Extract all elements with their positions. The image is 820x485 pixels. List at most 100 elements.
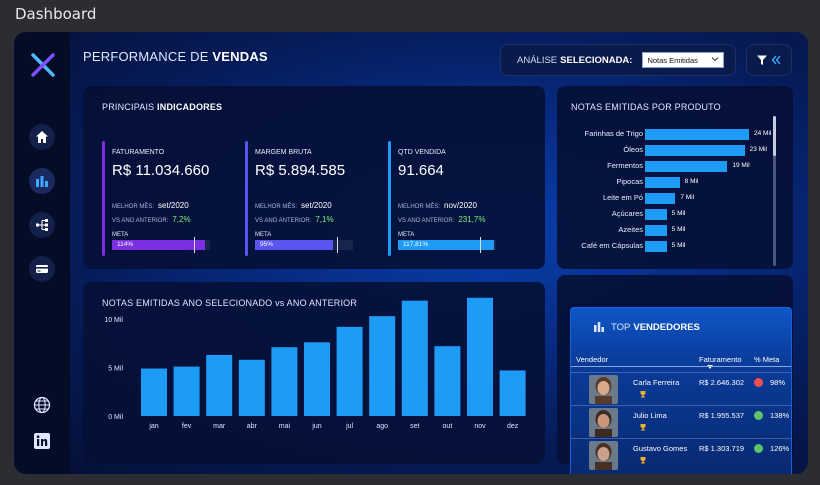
product-bar-value: 24 Mil: [754, 130, 772, 137]
kpi-value: 91.664: [398, 162, 444, 179]
col-vendedor[interactable]: Vendedor: [576, 355, 608, 364]
kpi-accent-bar: [245, 141, 248, 256]
product-bar-row[interactable]: Leite em Pó 7 Mil: [557, 193, 777, 205]
month-label: abr: [247, 423, 258, 430]
product-bar-value: 8 Mil: [684, 178, 699, 185]
indicators-title-bold: INDICADORES: [157, 102, 223, 112]
logo-icon: [31, 53, 55, 77]
kpi-prev-label: VS ANO ANTERIOR:: [255, 218, 312, 224]
kpi-meta-target-marker: [336, 237, 338, 253]
month-label: mar: [213, 423, 226, 430]
year-bar-chart: 0 Mil 5 Mil 10 Mil jan fev mar abr mai jun jul ago…: [104, 297, 526, 430]
sidebar-item-home[interactable]: [29, 124, 55, 150]
seller-row[interactable]: Julio Lima R$ 1.955.537 138%: [571, 405, 791, 437]
product-bar-row[interactable]: Farinhas de Trigo 24 Mil: [557, 129, 777, 141]
kpi-meta-target-marker: [479, 237, 481, 253]
y-tick-label: 5 Mil: [108, 366, 123, 373]
month-bar[interactable]: [369, 316, 396, 416]
kpi-value: R$ 11.034.660: [112, 162, 210, 179]
linkedin-icon[interactable]: [33, 432, 51, 450]
product-bar-value: 19 Mil: [732, 162, 750, 169]
month-label: mai: [279, 423, 291, 430]
year-chart-panel: NOTAS EMITIDAS ANO SELECIONADO vs ANO AN…: [83, 282, 545, 464]
month-bar[interactable]: [434, 346, 461, 416]
product-bar-label: Farinhas de Trigo: [584, 129, 643, 138]
kpi-meta-percent: 95%: [260, 241, 274, 248]
month-label: nov: [474, 423, 486, 430]
analysis-dropdown-value: Notas Emitidas: [647, 55, 698, 65]
status-dot: [754, 378, 763, 387]
kpi-vs-previous: VS ANO ANTERIOR: 7,2%: [112, 215, 191, 224]
product-scrollbar-thumb[interactable]: [773, 116, 776, 156]
avatar: [589, 441, 618, 470]
y-tick-label: 10 Mil: [104, 317, 123, 324]
product-bar-row[interactable]: Açúcares 5 Mil: [557, 209, 777, 221]
product-bar: [645, 177, 680, 188]
product-bar-label: Café em Cápsulas: [581, 241, 643, 250]
indicators-panel: PRINCIPAIS INDICADORES FATURAMENTO R$ 11.…: [83, 86, 545, 269]
home-icon: [36, 131, 48, 143]
sidebar-item-payments[interactable]: [29, 256, 55, 282]
filter-button[interactable]: [746, 44, 792, 76]
page-title-bold: VENDAS: [212, 49, 268, 64]
kpi-meta-percent: 117,81%: [403, 241, 429, 248]
month-bar[interactable]: [467, 297, 493, 416]
month-bar[interactable]: [304, 342, 330, 416]
analysis-selector: ANÁLISE SELECIONADA: Notas Emitidas: [500, 44, 736, 76]
seller-revenue: R$ 2.646.302: [699, 378, 745, 387]
top-sellers-header: TOP VENDEDORES: [571, 308, 791, 346]
col-meta[interactable]: % Meta: [754, 355, 779, 364]
kpi-best-label: MELHOR MÊS:: [398, 204, 441, 210]
trophy-icon: [640, 391, 646, 398]
col-faturamento[interactable]: Faturamento: [699, 355, 742, 364]
product-bar: [645, 225, 667, 236]
kpi-prev-label: VS ANO ANTERIOR:: [398, 218, 455, 224]
seller-row[interactable]: Carla Ferreira R$ 2.646.302 98%: [571, 372, 791, 404]
month-bar[interactable]: [401, 300, 428, 416]
product-bar-label: Óleos: [623, 145, 643, 154]
kpi-best-month: MELHOR MÊS: set/2020: [255, 201, 332, 210]
avatar: [589, 375, 618, 404]
month-bar[interactable]: [238, 359, 265, 416]
product-bar: [645, 161, 728, 172]
product-bar-label: Fermentos: [607, 161, 643, 170]
analysis-dropdown[interactable]: Notas Emitidas: [642, 52, 725, 68]
product-bar-row[interactable]: Pipocas 8 Mil: [557, 177, 777, 189]
top-sellers-title-prefix: TOP: [611, 321, 631, 333]
month-label: fev: [182, 423, 192, 430]
kpi-label: MARGEM BRUTA: [255, 149, 312, 156]
month-bar[interactable]: [336, 326, 363, 416]
product-bar-row[interactable]: Óleos 23 Mil: [557, 145, 777, 157]
sidebar-item-hierarchy[interactable]: [29, 212, 55, 238]
analysis-label-bold: SELECIONADA:: [560, 54, 633, 66]
product-bar-row[interactable]: Fermentos 19 Mil: [557, 161, 777, 173]
month-bar[interactable]: [141, 368, 167, 416]
seller-revenue: R$ 1.303.719: [699, 444, 745, 453]
globe-icon[interactable]: [33, 396, 51, 414]
product-bar-value: 5 Mil: [671, 210, 686, 217]
seller-row[interactable]: Gustavo Gomes R$ 1.303.719 126%: [571, 438, 791, 470]
window-title: Dashboard: [15, 5, 97, 23]
month-bar[interactable]: [271, 347, 298, 416]
month-bar[interactable]: [173, 366, 200, 416]
product-bar-chart: Farinhas de Trigo 24 Mil Óleos 23 Mil Fermen…: [557, 86, 793, 269]
month-bar[interactable]: [206, 354, 233, 416]
kpi-meta-percent: 114%: [117, 241, 134, 248]
product-bar-label: Açúcares: [611, 209, 643, 218]
page-title-prefix: PERFORMANCE DE: [83, 49, 209, 64]
seller-meta-percent: 138%: [770, 411, 790, 420]
kpi-label: FATURAMENTO: [112, 149, 165, 156]
kpi-prev-value: 7,2%: [172, 215, 191, 224]
seller-meta-percent: 126%: [770, 444, 790, 453]
kpi-value: R$ 5.894.585: [255, 162, 346, 179]
month-label: dez: [507, 423, 519, 430]
product-scrollbar[interactable]: [773, 116, 776, 266]
product-bar-row[interactable]: Azeites 5 Mil: [557, 225, 777, 237]
sidebar-item-charts[interactable]: [29, 168, 55, 194]
kpi-vs-previous: VS ANO ANTERIOR: 7,1%: [255, 215, 334, 224]
kpi-best-value: set/2020: [158, 201, 189, 210]
bar-chart-icon: [36, 176, 48, 187]
month-bar[interactable]: [499, 370, 526, 416]
product-bar-row[interactable]: Café em Cápsulas 5 Mil: [557, 241, 777, 253]
kpi-accent-bar: [388, 141, 391, 256]
